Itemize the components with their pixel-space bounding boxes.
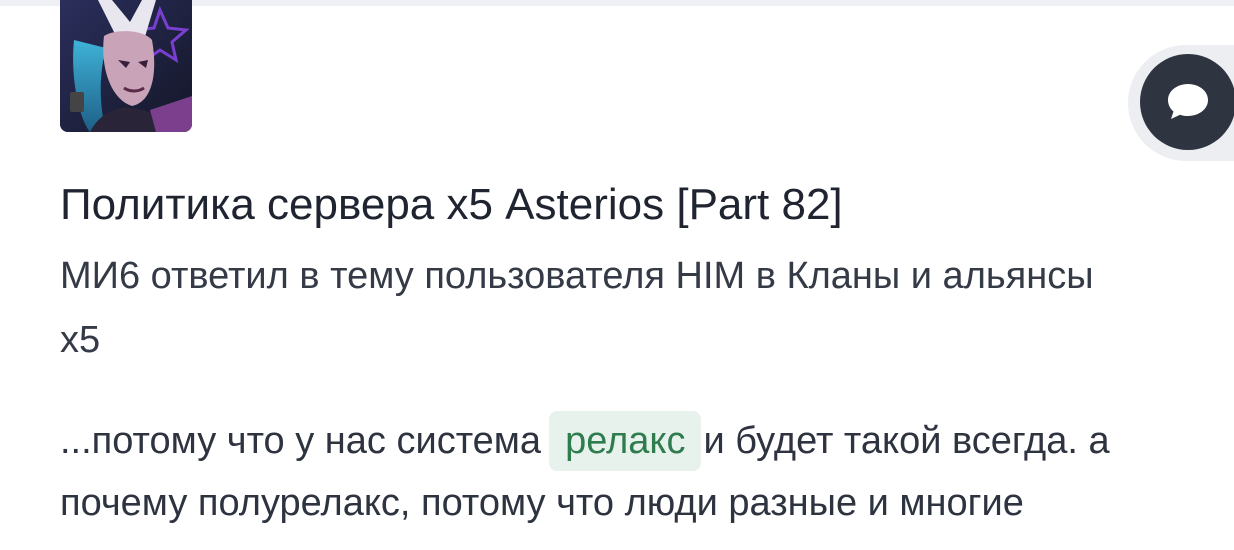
chat-bubble-icon	[1168, 84, 1208, 119]
avatar-image	[60, 0, 192, 132]
snippet-text-before: ...потому что у нас система	[60, 420, 542, 462]
post-meta: МИ6 ответил в тему пользователя HIM в Кл…	[60, 255, 1094, 361]
post-title[interactable]: Политика сервера х5 Asterios [Part 82]	[60, 176, 1120, 234]
search-highlight: релакс	[549, 411, 702, 471]
avatar[interactable]	[60, 0, 192, 132]
chat-button[interactable]	[1140, 54, 1234, 150]
post-snippet: ...потому что у нас система релакс и будет…	[60, 410, 1220, 534]
